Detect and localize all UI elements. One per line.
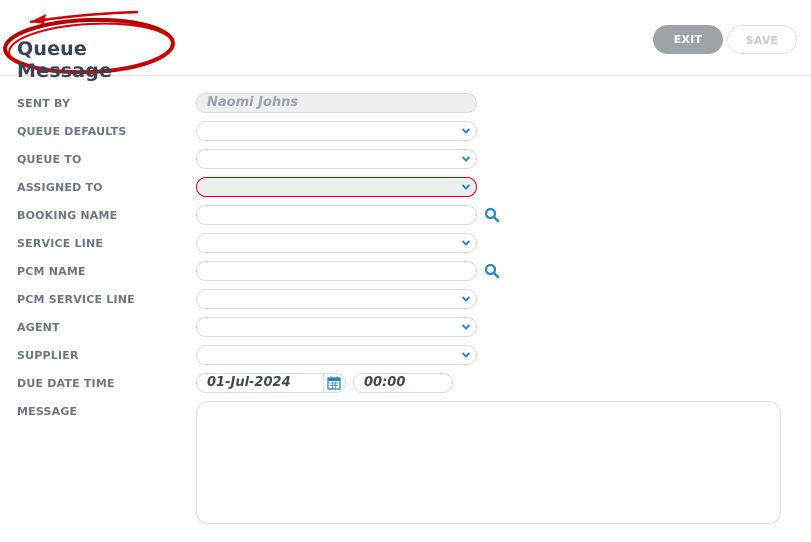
chevron-down-icon: [461, 296, 471, 302]
search-icon[interactable]: [484, 263, 500, 279]
title-annotation: Queue Message: [0, 8, 185, 82]
save-button[interactable]: SAVE: [727, 25, 797, 54]
chevron-down-icon: [461, 184, 471, 190]
chevron-down-icon: [461, 128, 471, 134]
pcm-service-line-select[interactable]: [196, 289, 477, 309]
service-line-label: SERVICE LINE: [17, 237, 104, 250]
due-time-input[interactable]: 00:00: [353, 373, 453, 393]
chevron-down-icon: [461, 352, 471, 358]
booking-name-input[interactable]: [196, 205, 477, 225]
page-title: Queue Message: [17, 38, 113, 82]
search-icon[interactable]: [484, 207, 500, 223]
pcm-name-input[interactable]: [196, 261, 477, 281]
booking-name-label: BOOKING NAME: [17, 209, 118, 222]
queue-defaults-label: QUEUE DEFAULTS: [17, 125, 127, 138]
sent-by-field: Naomi Johns: [196, 93, 477, 113]
due-date-value: 01-Jul-2024: [207, 375, 291, 390]
message-label: MESSAGE: [17, 405, 78, 418]
queue-to-select[interactable]: [196, 149, 477, 169]
pcm-service-line-label: PCM SERVICE LINE: [17, 293, 135, 306]
message-textarea[interactable]: [196, 401, 781, 524]
queue-defaults-select[interactable]: [196, 121, 477, 141]
due-date-time-label: DUE DATE TIME: [17, 377, 115, 390]
calendar-icon[interactable]: [327, 376, 341, 390]
agent-select[interactable]: [196, 317, 477, 337]
due-time-value: 00:00: [364, 375, 406, 390]
pcm-name-label: PCM NAME: [17, 265, 86, 278]
exit-button[interactable]: EXIT: [653, 25, 723, 54]
supplier-select[interactable]: [196, 345, 477, 365]
due-date-input[interactable]: 01-Jul-2024: [196, 373, 346, 393]
date-divider: [323, 374, 324, 392]
queue-to-label: QUEUE TO: [17, 153, 82, 166]
supplier-label: SUPPLIER: [17, 349, 79, 362]
service-line-select[interactable]: [196, 233, 477, 253]
assigned-to-label: ASSIGNED TO: [17, 181, 103, 194]
chevron-down-icon: [461, 156, 471, 162]
assigned-to-select[interactable]: [196, 177, 477, 197]
chevron-down-icon: [461, 240, 471, 246]
sent-by-label: SENT BY: [17, 97, 71, 110]
header-bar: Queue Message EXIT SAVE: [0, 0, 811, 82]
sent-by-value: Naomi Johns: [207, 95, 299, 110]
chevron-down-icon: [461, 324, 471, 330]
agent-label: AGENT: [17, 321, 60, 334]
